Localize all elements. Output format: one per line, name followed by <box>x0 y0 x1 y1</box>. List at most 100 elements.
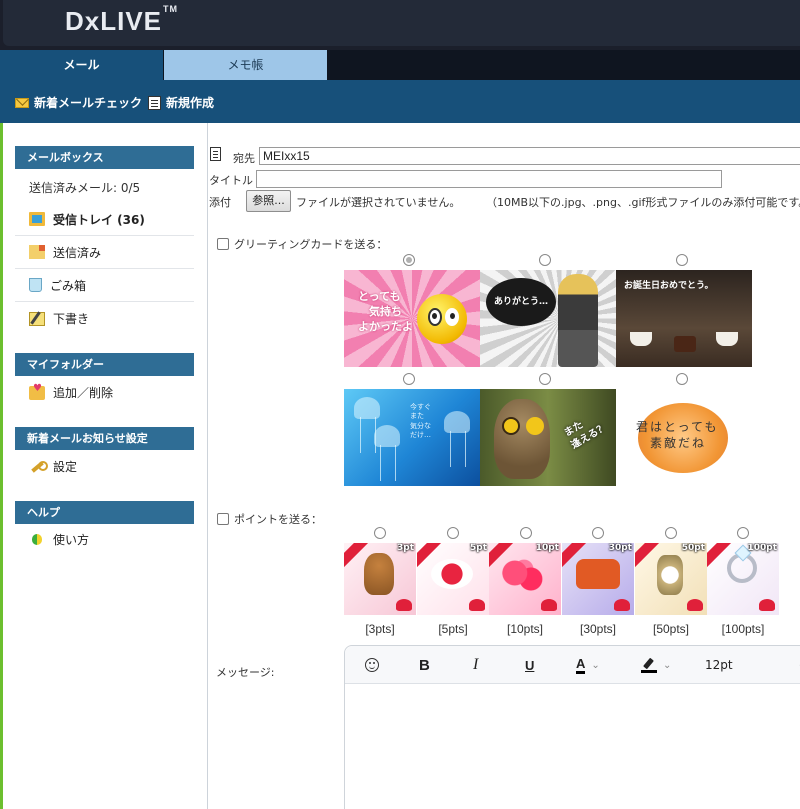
greeting-card-checkbox[interactable]: グリーティングカードを送る： <box>217 236 387 252</box>
card-radio-6[interactable] <box>676 373 688 385</box>
gift-radio-6[interactable] <box>737 527 749 539</box>
address-book-icon[interactable] <box>210 147 221 161</box>
card-text: お誕生日おめでとう。 <box>624 281 714 291</box>
gift-point-badge: 100pt <box>747 543 777 553</box>
gift-point-badge: 30pt <box>608 543 632 553</box>
highlight-button[interactable]: ⌄ <box>641 655 671 675</box>
cake-image <box>674 336 696 352</box>
browse-button[interactable]: 参照... <box>246 190 291 212</box>
gift-point-badge: 3pt <box>396 543 414 553</box>
bow-decoration <box>469 599 485 611</box>
points-checkbox[interactable]: ポイントを送る： <box>217 511 322 527</box>
file-status: ファイルが選択されていません。 <box>296 196 461 209</box>
sidebar-item-drafts[interactable]: 下書き <box>15 302 194 335</box>
greeting-checkbox-box[interactable] <box>217 238 229 250</box>
gift-watch[interactable]: 50pt <box>635 543 707 615</box>
gift-label-30pts: [30pts] <box>579 622 617 636</box>
greeting-checkbox-label: グリーティングカードを送る： <box>234 238 388 251</box>
gift-point-badge: 5pt <box>469 543 487 553</box>
sidebar-item-label: 受信トレイ (36) <box>53 212 145 227</box>
gift-radio-2[interactable] <box>447 527 459 539</box>
chevron-down-icon: ⌄ <box>591 659 600 671</box>
gift-radio-1[interactable] <box>374 527 386 539</box>
file-note: （10MB以下の.jpg、.png、.gif形式ファイルのみ添付可能です。） <box>486 196 800 209</box>
greeting-card-4[interactable]: 今すぐ また 気分な だけ… <box>344 389 480 486</box>
card-radio-5[interactable] <box>539 373 551 385</box>
check-new-mail-label: 新着メールチェック <box>34 96 143 110</box>
font-color-button[interactable]: A ⌄ <box>576 655 600 675</box>
bow-decoration <box>396 599 412 611</box>
gift-flowers[interactable]: 10pt <box>489 543 561 615</box>
sidebar-item-sent[interactable]: 送信済み <box>15 236 194 269</box>
greeting-card-2[interactable]: ありがとう… <box>480 270 616 367</box>
inbox-icon <box>29 212 45 226</box>
attach-label: 添付 <box>209 196 231 209</box>
gift-cake[interactable]: 5pt <box>417 543 489 615</box>
gift-radio-3[interactable] <box>520 527 532 539</box>
gift-point-badge: 50pt <box>681 543 705 553</box>
gift-radio-5[interactable] <box>665 527 677 539</box>
flower-bouquet-image <box>501 557 547 597</box>
sidebar-item-settings[interactable]: 設定 <box>15 450 194 483</box>
title-input[interactable] <box>256 170 722 188</box>
sidebar-item-howto[interactable]: 使い方 <box>15 523 194 556</box>
to-field[interactable]: MEIxx15 <box>259 147 800 165</box>
emoji-button[interactable] <box>365 655 379 675</box>
points-checkbox-box[interactable] <box>217 513 229 525</box>
gift-label-100pts: [100pts] <box>721 622 765 636</box>
card-text: 君はとっても 素敵だね <box>636 420 719 451</box>
points-checkbox-label: ポイントを送る： <box>234 513 322 526</box>
editor-toolbar: B I U A ⌄ ⌄ 12pt ⌄ <box>345 646 800 684</box>
gift-label-50pts: [50pts] <box>652 622 690 636</box>
greeting-card-6[interactable]: 君はとっても 素敵だね <box>616 389 752 486</box>
coffee-cup-image <box>716 332 738 346</box>
card-radio-2[interactable] <box>539 254 551 266</box>
font-size-value: 12pt <box>705 658 733 672</box>
folder-heart-icon <box>29 383 45 400</box>
card-text: とっても 気持ち よかったよ <box>358 290 413 333</box>
sidebar-item-folder-manage[interactable]: 追加／削除 <box>15 376 194 409</box>
sidebar-item-inbox[interactable]: 受信トレイ (36) <box>15 203 194 236</box>
gift-bag[interactable]: 30pt <box>562 543 634 615</box>
bow-decoration <box>614 599 630 611</box>
sidebar-item-trash[interactable]: ごみ箱 <box>15 269 194 302</box>
mail-toolbar: 新着メールチェック 新規作成 <box>0 80 800 123</box>
jellyfish-image <box>354 397 380 453</box>
new-document-icon <box>148 95 161 110</box>
tab-memo[interactable]: メモ帳 <box>164 50 327 80</box>
greeting-card-3[interactable]: お誕生日おめでとう。 <box>616 270 752 367</box>
compose-new-button[interactable]: 新規作成 <box>148 94 214 111</box>
sent-count: 送信済みメール: 0/5 <box>29 181 141 195</box>
font-size-select[interactable]: 12pt ⌄ <box>701 654 800 676</box>
card-radio-1[interactable] <box>403 254 415 266</box>
underline-button[interactable]: U <box>525 655 534 675</box>
anime-character-image <box>558 274 598 367</box>
coffee-cup-image <box>630 332 652 346</box>
logo-text: DxLIVE <box>65 6 163 36</box>
notify-heading: 新着メールお知らせ設定 <box>15 427 194 450</box>
title-label: タイトル <box>209 174 253 187</box>
sidebar-item-label: 設定 <box>53 460 78 474</box>
teddy-bear-image <box>364 553 394 595</box>
card-radio-4[interactable] <box>403 373 415 385</box>
check-new-mail-button[interactable]: 新着メールチェック <box>15 94 142 111</box>
card-radio-3[interactable] <box>676 254 688 266</box>
sidebar-item-label: 送信済み <box>53 245 102 260</box>
envelope-icon <box>15 97 29 108</box>
tab-mail[interactable]: メール <box>0 50 163 80</box>
gift-label-10pts: [10pts] <box>506 622 544 636</box>
sidebar-item-label: ごみ箱 <box>50 278 87 293</box>
bold-button[interactable]: B <box>419 655 430 675</box>
italic-button[interactable]: I <box>473 655 478 675</box>
gift-ring[interactable]: 100pt <box>707 543 779 615</box>
gift-radio-4[interactable] <box>592 527 604 539</box>
smiley-face-icon <box>417 294 467 344</box>
jellyfish-image <box>374 425 400 481</box>
gift-point-badge: 10pt <box>535 543 559 553</box>
chevron-down-icon: ⌄ <box>663 659 672 671</box>
gift-teddy-bear[interactable]: 3pt <box>344 543 416 615</box>
greeting-card-5[interactable]: また 逢える？ <box>480 389 616 486</box>
greeting-card-1[interactable]: とっても 気持ち よかったよ <box>344 270 480 367</box>
dxlive-logo[interactable]: DxLIVETM <box>65 4 178 37</box>
font-color-icon: A <box>576 656 586 674</box>
